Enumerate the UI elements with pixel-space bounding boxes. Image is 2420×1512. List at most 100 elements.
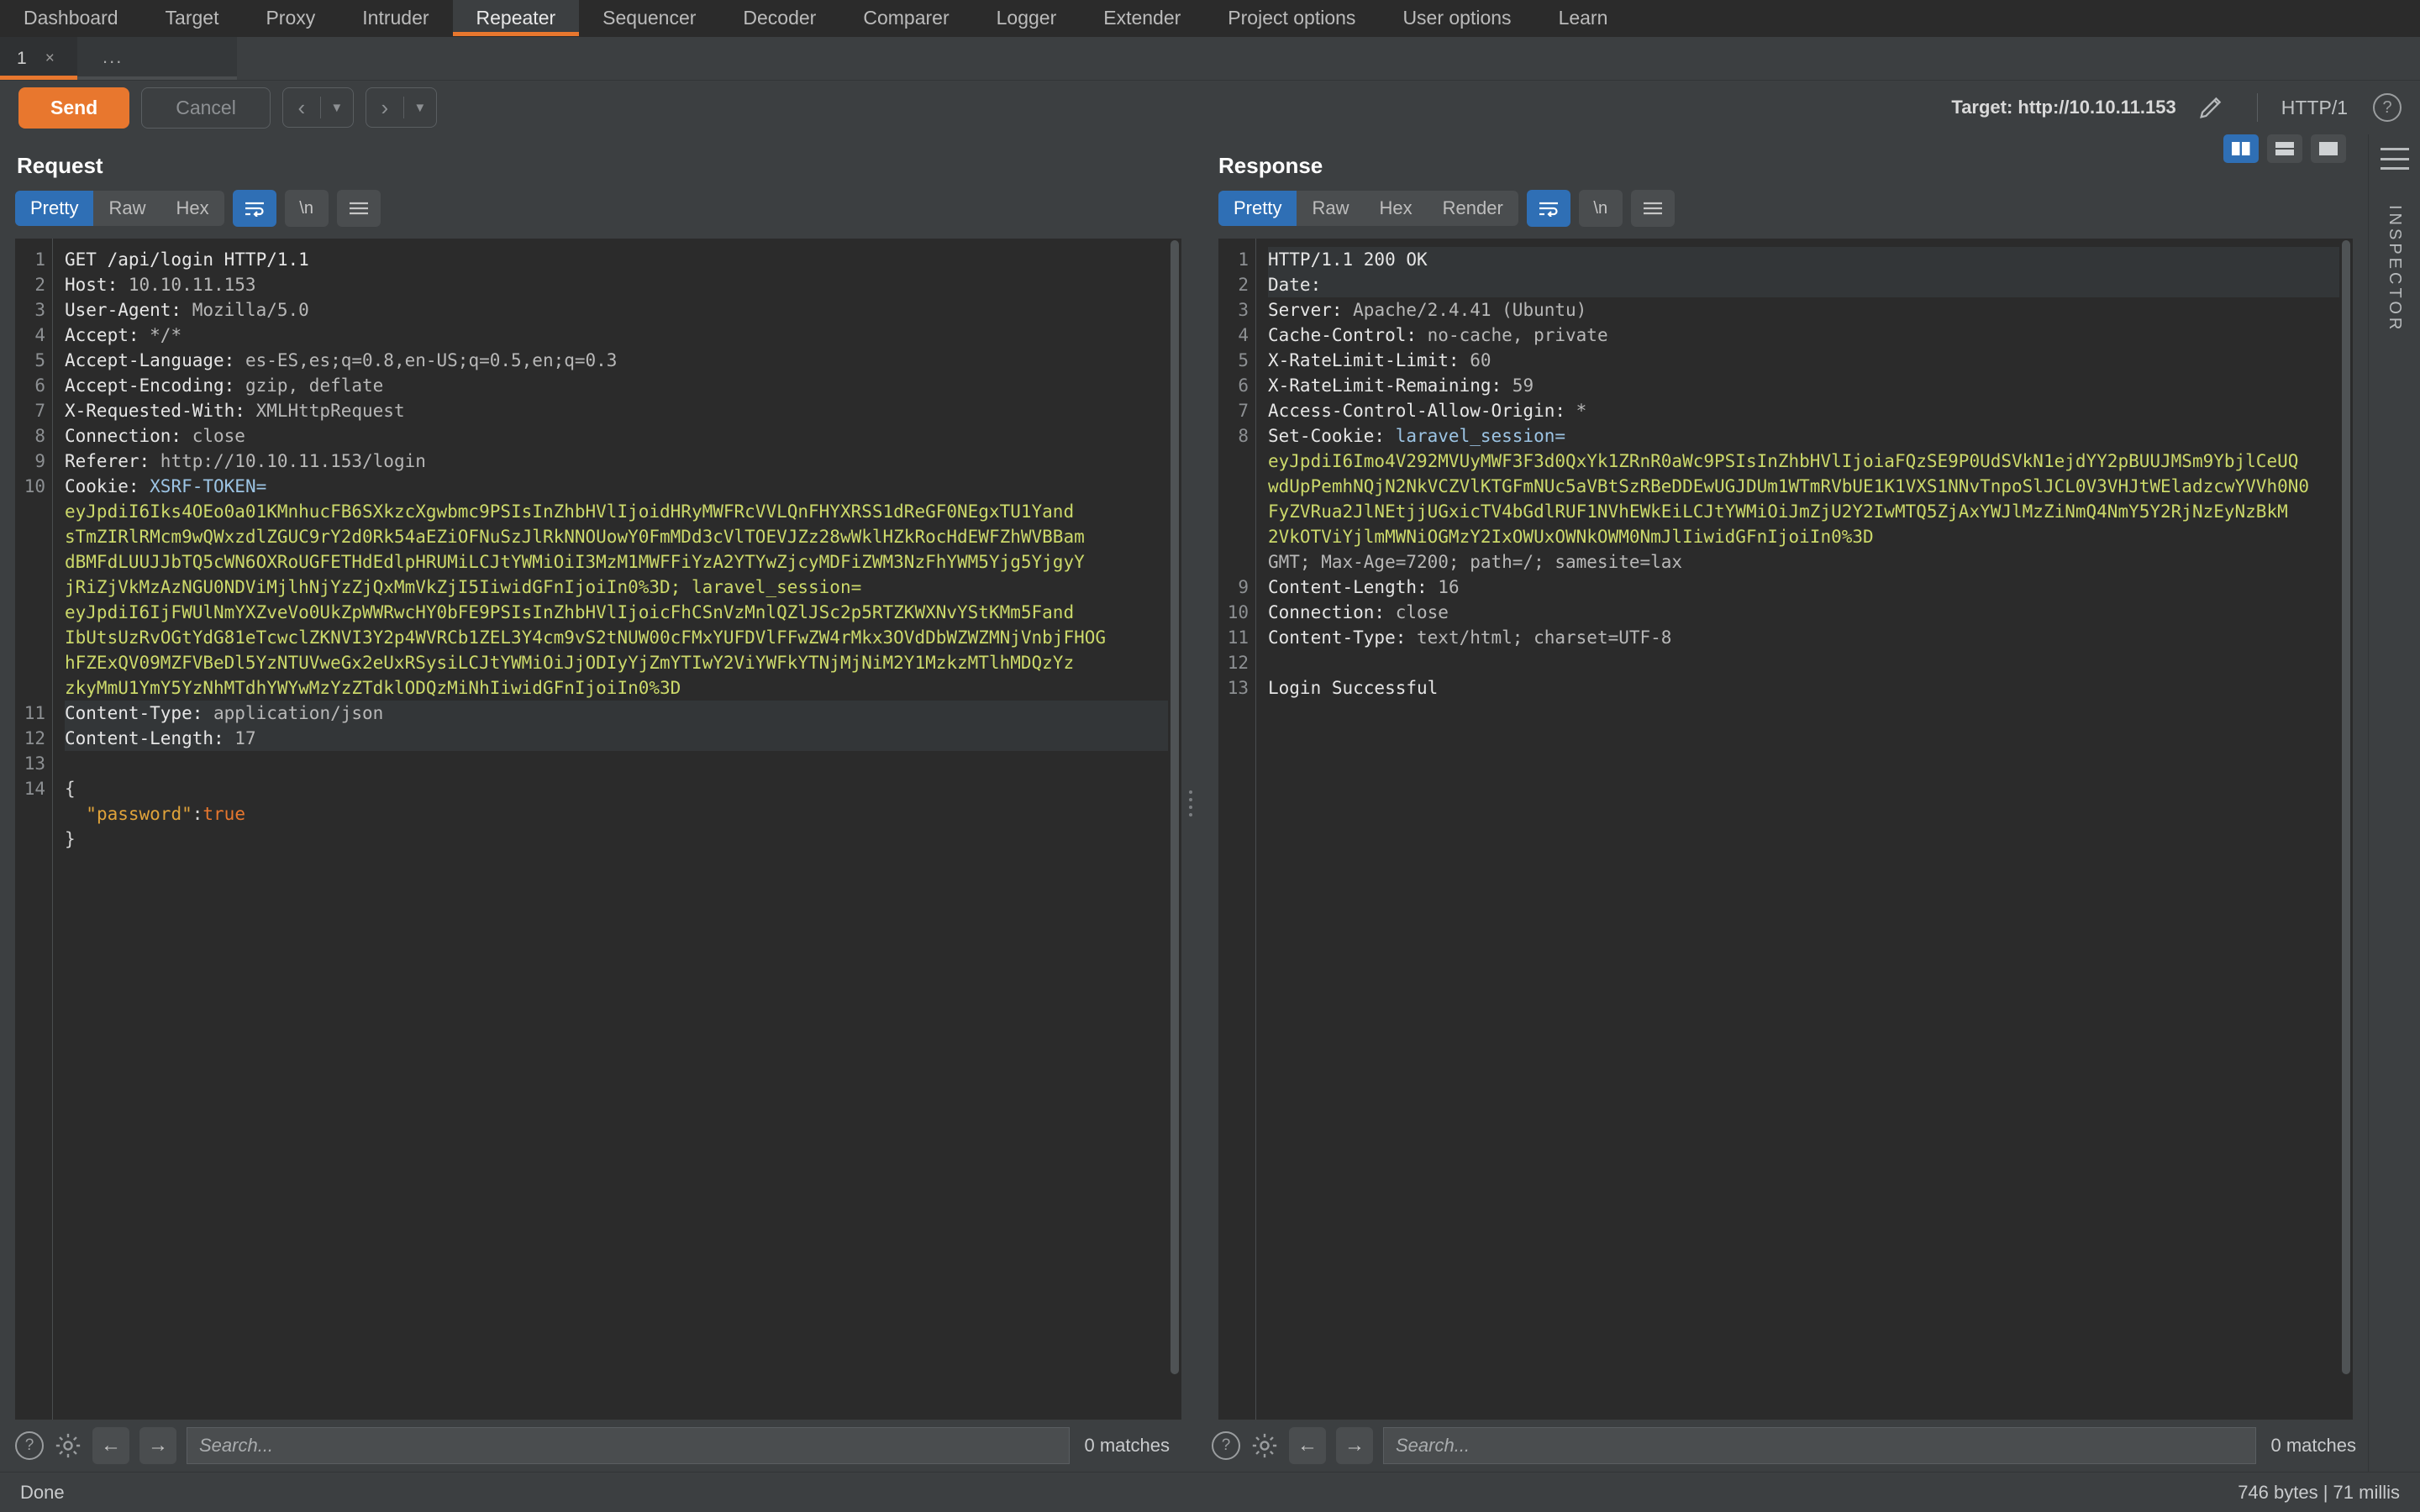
- main-tab-learn[interactable]: Learn: [1535, 0, 1632, 36]
- splitter-grip[interactable]: [1189, 790, 1192, 816]
- code-line: sTmZIRlRMcm9wQWxzdlZGUC9rY2d0Rk54aEZiOFN…: [65, 524, 1181, 549]
- request-tab-raw[interactable]: Raw: [93, 191, 160, 226]
- scrollbar-thumb[interactable]: [1171, 240, 1179, 1374]
- help-icon[interactable]: ?: [15, 1431, 44, 1460]
- main-tab-extender[interactable]: Extender: [1080, 0, 1204, 36]
- hamburger-icon[interactable]: [1630, 190, 1675, 227]
- gear-icon[interactable]: [1250, 1431, 1279, 1460]
- main-tab-sequencer[interactable]: Sequencer: [579, 0, 719, 36]
- line-number: [15, 650, 45, 675]
- line-number: [15, 499, 45, 524]
- code-segment: text/html; charset=UTF-8: [1417, 627, 1672, 648]
- newline-toggle[interactable]: \n: [1578, 190, 1623, 227]
- wrap-lines-icon[interactable]: [1526, 190, 1570, 227]
- line-number: 3: [34, 300, 45, 320]
- line-number: 12: [1227, 653, 1249, 673]
- main-tab-label: Intruder: [362, 7, 429, 29]
- hamburger-icon[interactable]: [2380, 148, 2409, 170]
- close-icon[interactable]: ×: [45, 50, 55, 68]
- response-title: Response: [1218, 153, 1323, 178]
- line-number: 5: [1238, 350, 1249, 370]
- request-scrollbar[interactable]: [1168, 239, 1181, 1420]
- code-line: IbUtsUzRvOGtYdG81eTcwclZKNVI3Y2p4WVRCb1Z…: [65, 625, 1181, 650]
- line-number: 7: [34, 401, 45, 421]
- add-tab-button[interactable]: ...: [77, 37, 237, 80]
- chevron-left-icon: ‹: [297, 94, 306, 120]
- pencil-icon[interactable]: [2196, 93, 2225, 122]
- main-tab-project-options[interactable]: Project options: [1204, 0, 1379, 36]
- response-tab-pretty[interactable]: Pretty: [1218, 191, 1297, 226]
- request-view-tabs: Pretty Raw Hex \n: [0, 183, 1181, 239]
- main-tab-intruder[interactable]: Intruder: [339, 0, 452, 36]
- code-segment: }: [65, 829, 76, 849]
- code-segment: Mozilla/5.0: [192, 300, 309, 320]
- history-back-button[interactable]: ‹ ▼: [281, 87, 354, 128]
- scrollbar-thumb[interactable]: [2342, 240, 2350, 1374]
- wrap-lines-icon[interactable]: [232, 190, 276, 227]
- main-tab-decoder[interactable]: Decoder: [719, 0, 839, 36]
- code-segment: Date:: [1268, 275, 1332, 295]
- history-forward-button[interactable]: › ▼: [365, 87, 437, 128]
- code-line: Host: 10.10.11.153: [65, 272, 1181, 297]
- code-segment: IbUtsUzRvOGtYdG81eTcwclZKNVI3Y2p4WVRCb1Z…: [65, 627, 1107, 648]
- inspector-rail[interactable]: INSPECTOR: [2368, 134, 2420, 1472]
- response-editor[interactable]: 1 2 3 4 5 6 7 8 9 10 11 12 13 HTTP/1.1 200 OK Date: S…: [1218, 239, 2353, 1420]
- code-segment: wdUpPemhNQjN2NkVCZVlKTGFmNUc5aVBtSzRBeDD…: [1268, 476, 2310, 496]
- code-segment: Accept:: [65, 325, 150, 345]
- request-search-input[interactable]: [187, 1427, 1070, 1464]
- response-tab-raw[interactable]: Raw: [1297, 191, 1364, 226]
- repeater-tab-1[interactable]: 1 ×: [0, 37, 77, 80]
- help-icon[interactable]: ?: [2373, 93, 2402, 122]
- response-search-input[interactable]: [1383, 1427, 2256, 1464]
- code-segment: Connection:: [65, 426, 192, 446]
- code-line: Referer: http://10.10.11.153/login: [65, 449, 1181, 474]
- code-segment: X-RateLimit-Remaining:: [1268, 375, 1512, 396]
- search-prev-button[interactable]: ←: [92, 1427, 129, 1464]
- layout-split-horizontal-icon[interactable]: [2267, 134, 2302, 163]
- response-tab-hex[interactable]: Hex: [1364, 191, 1427, 226]
- request-tab-pretty[interactable]: Pretty: [15, 191, 94, 226]
- newline-toggle[interactable]: \n: [284, 190, 329, 227]
- request-editor[interactable]: 1 2 3 4 5 6 7 8 9 10 11 12 13 14 GET /api/login HTTP/…: [15, 239, 1181, 1420]
- main-tab-proxy[interactable]: Proxy: [242, 0, 339, 36]
- code-segment: Set-Cookie:: [1268, 426, 1396, 446]
- response-match-count: 0 matches: [2270, 1435, 2357, 1456]
- layout-buttons: [2223, 134, 2368, 163]
- main-tab-comparer[interactable]: Comparer: [839, 0, 972, 36]
- code-segment: Accept-Language:: [65, 350, 245, 370]
- hamburger-icon[interactable]: [336, 190, 381, 227]
- request-code[interactable]: GET /api/login HTTP/1.1 Host: 10.10.11.15…: [52, 239, 1181, 1420]
- main-tab-dashboard[interactable]: Dashboard: [0, 0, 142, 36]
- search-next-button[interactable]: →: [1336, 1427, 1373, 1464]
- help-icon[interactable]: ?: [1212, 1431, 1240, 1460]
- layout-single-icon[interactable]: [2311, 134, 2346, 163]
- response-code[interactable]: HTTP/1.1 200 OK Date: Server: Apache/2.4.…: [1255, 239, 2353, 1420]
- repeater-tab-label: 1: [17, 48, 27, 68]
- code-segment: :: [192, 804, 203, 824]
- line-number: [15, 801, 45, 827]
- response-tab-render[interactable]: Render: [1428, 191, 1518, 226]
- layout-split-vertical-icon[interactable]: [2223, 134, 2259, 163]
- main-tab-user-options[interactable]: User options: [1379, 0, 1534, 36]
- request-tab-hex[interactable]: Hex: [160, 191, 224, 226]
- search-prev-button[interactable]: ←: [1289, 1427, 1326, 1464]
- send-button[interactable]: Send: [18, 87, 130, 129]
- code-line: jRiZjVkMzAzNGU0NDViMjlhNjYzZjQxMmVkZjI5I…: [65, 575, 1181, 600]
- main-tab-logger[interactable]: Logger: [973, 0, 1081, 36]
- cancel-button[interactable]: Cancel: [141, 87, 271, 129]
- main-tab-repeater[interactable]: Repeater: [452, 0, 580, 36]
- code-segment: jRiZjVkMzAzNGU0NDViMjlhNjYzZjQxMmVkZjI5I…: [65, 577, 862, 597]
- gear-icon[interactable]: [54, 1431, 82, 1460]
- line-number: [15, 675, 45, 701]
- code-segment: close: [1395, 602, 1449, 622]
- code-segment: 59: [1512, 375, 1534, 396]
- main-tab-label: Project options: [1228, 7, 1356, 29]
- code-line: wdUpPemhNQjN2NkVCZVlKTGFmNUc5aVBtSzRBeDD…: [1268, 474, 2353, 499]
- pane-splitter[interactable]: [1181, 134, 1200, 1472]
- http-version-label[interactable]: HTTP/1: [2281, 97, 2348, 119]
- search-next-button[interactable]: →: [139, 1427, 176, 1464]
- main-tab-target[interactable]: Target: [142, 0, 243, 36]
- code-line: eyJpdiI6Imo4V292MVUyMWF3F3d0QxYk1ZRnR0aW…: [1268, 449, 2353, 474]
- response-scrollbar[interactable]: [2339, 239, 2353, 1420]
